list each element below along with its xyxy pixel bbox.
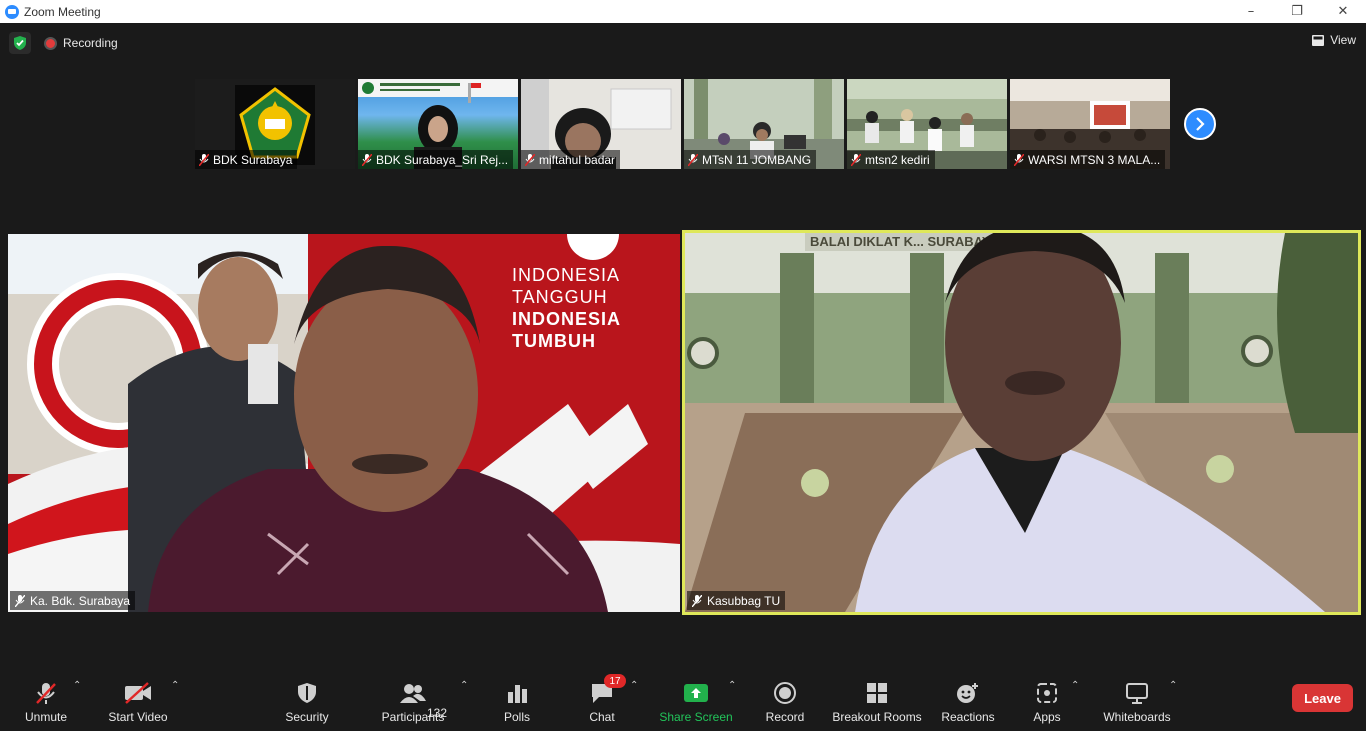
- virtual-background-video: BALAI DIKLAT K... SURABAYA: [685, 233, 1358, 612]
- whiteboards-options-caret[interactable]: ⌃: [1169, 680, 1177, 691]
- view-button[interactable]: View: [1312, 33, 1356, 47]
- thumbnail-name-tag: MTsN 11 JOMBANG: [684, 150, 817, 169]
- chevron-right-icon: [1196, 117, 1205, 131]
- share-screen-icon: [684, 684, 708, 702]
- record-icon: [774, 682, 796, 704]
- participants-options-caret[interactable]: ⌃: [460, 680, 468, 691]
- thumbnail-name-tag: miftahul badar: [521, 150, 621, 169]
- audio-options-caret[interactable]: ⌃: [73, 680, 81, 691]
- mic-muted-icon: [15, 594, 25, 607]
- breakout-rooms-icon: [867, 683, 887, 703]
- reactions-button[interactable]: Reactions: [940, 668, 996, 731]
- security-button[interactable]: Security: [282, 668, 332, 731]
- restore-button[interactable]: ❐: [1274, 0, 1320, 23]
- whiteboards-button[interactable]: Whiteboards: [1100, 668, 1174, 731]
- record-button[interactable]: Record: [764, 668, 806, 731]
- window-title: Zoom Meeting: [24, 4, 101, 19]
- thumbnail-name-tag: BDK Surabaya: [195, 150, 298, 169]
- apps-options-caret[interactable]: ⌃: [1071, 680, 1079, 691]
- share-screen-button[interactable]: Share Screen: [659, 668, 733, 731]
- minimize-button[interactable]: –: [1228, 0, 1274, 23]
- start-video-button[interactable]: Start Video: [106, 668, 170, 731]
- tile-name-tag: Ka. Bdk. Surabaya: [10, 591, 136, 610]
- participants-count: 132: [427, 706, 448, 720]
- chat-options-caret[interactable]: ⌃: [630, 680, 638, 691]
- participant-thumbnail[interactable]: miftahul badar: [521, 79, 681, 169]
- mic-muted-icon: [688, 153, 698, 166]
- polls-icon: [508, 685, 527, 703]
- video-options-caret[interactable]: ⌃: [171, 680, 179, 691]
- banner-text: INDONESIA TANGGUH INDONESIA TUMBUH: [512, 265, 622, 351]
- apps-button[interactable]: Apps: [1030, 668, 1064, 731]
- participant-thumbnail[interactable]: BDK Surabaya_Sri Rej...: [358, 79, 518, 169]
- breakout-rooms-button[interactable]: Breakout Rooms: [832, 668, 922, 731]
- tile-name-tag: Kasubbag TU: [687, 591, 786, 610]
- building-sign-text: BALAI DIKLAT K... SURABAYA: [810, 234, 999, 249]
- thumbnail-name-tag: mtsn2 kediri: [847, 150, 935, 169]
- meeting-area: Recording View BDK Surabaya BDK Surabaya…: [0, 23, 1366, 731]
- thumbnail-name-tag: BDK Surabaya_Sri Rej...: [358, 150, 514, 169]
- mic-muted-icon: [1014, 153, 1024, 166]
- participants-icon: [400, 684, 426, 703]
- polls-button[interactable]: Polls: [500, 668, 534, 731]
- participant-thumbnail[interactable]: WARSI MTSN 3 MALA...: [1010, 79, 1170, 169]
- grid-view-icon: [1312, 34, 1325, 46]
- view-label: View: [1330, 33, 1356, 47]
- close-button[interactable]: ✕: [1320, 0, 1366, 23]
- leave-button[interactable]: Leave: [1292, 684, 1353, 712]
- mic-muted-icon: [525, 153, 535, 166]
- shield-icon: [298, 683, 316, 703]
- meeting-toolbar: Unmute ⌃ Start Video ⌃ Security Particip…: [0, 668, 1366, 731]
- unmute-button[interactable]: Unmute: [22, 668, 70, 731]
- emoji-icon: [957, 683, 978, 703]
- participants-button[interactable]: Participants: [378, 668, 448, 731]
- participant-thumbnail[interactable]: mtsn2 kediri: [847, 79, 1007, 169]
- mic-muted-icon: [36, 683, 56, 704]
- chat-unread-badge: 17: [604, 674, 626, 688]
- whiteboard-icon: [1126, 683, 1148, 704]
- participant-thumbnail-strip: BDK Surabaya BDK Surabaya_Sri Rej... mif…: [195, 79, 1170, 169]
- mic-muted-icon: [851, 153, 861, 166]
- thumbnail-name-tag: WARSI MTSN 3 MALA...: [1010, 150, 1166, 169]
- mic-muted-icon: [199, 153, 209, 166]
- next-page-button[interactable]: [1184, 108, 1216, 140]
- video-tile-kasubbag-tu[interactable]: BALAI DIKLAT K... SURABAYA Kasubbag TU: [682, 230, 1361, 615]
- participant-thumbnail[interactable]: BDK Surabaya: [195, 79, 355, 169]
- mic-muted-icon: [692, 594, 702, 607]
- apps-icon: [1037, 683, 1057, 703]
- video-tile-ka-bdk-surabaya[interactable]: INDONESIA TANGGUH INDONESIA TUMBUH Ka. B…: [8, 234, 680, 612]
- security-shield-icon[interactable]: [9, 32, 31, 54]
- recording-label: Recording: [63, 36, 118, 50]
- share-options-caret[interactable]: ⌃: [728, 680, 736, 691]
- recording-dot-icon: [44, 36, 57, 50]
- video-off-icon: [125, 682, 151, 704]
- window-titlebar: Zoom Meeting – ❐ ✕: [0, 0, 1366, 23]
- zoom-app-icon: [5, 4, 19, 19]
- mic-muted-icon: [362, 153, 372, 166]
- participant-thumbnail[interactable]: MTsN 11 JOMBANG: [684, 79, 844, 169]
- meeting-topbar: Recording View: [0, 23, 1366, 63]
- recording-indicator[interactable]: Recording: [44, 32, 118, 54]
